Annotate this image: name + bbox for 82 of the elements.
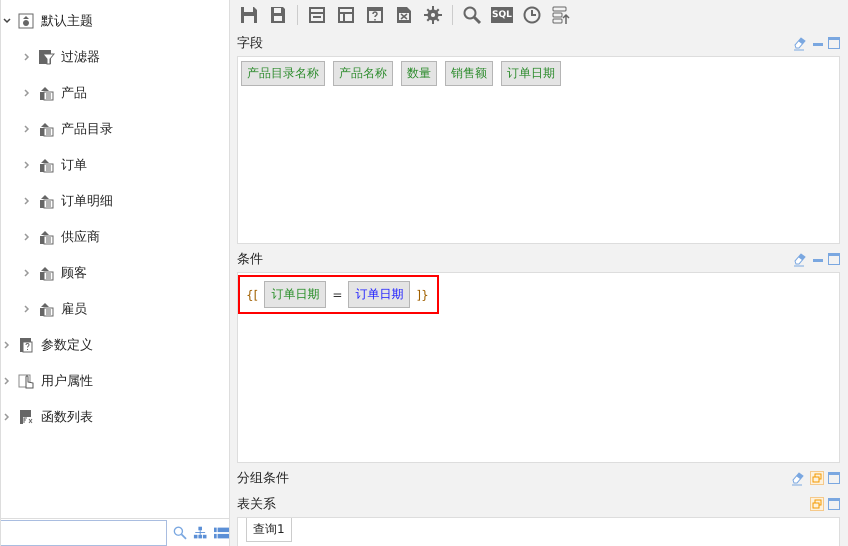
search-icon[interactable]: [173, 524, 188, 540]
chevron-right-icon[interactable]: [23, 233, 31, 241]
section-title: 字段: [237, 35, 263, 52]
bracket-text: ]}: [416, 288, 429, 302]
tree-label: 产品: [61, 85, 87, 102]
save-icon[interactable]: [239, 5, 259, 25]
section-title: 表关系: [237, 496, 276, 513]
tree-label: 产品目录: [61, 121, 113, 138]
layout-icon[interactable]: [307, 5, 327, 25]
chevron-right-icon[interactable]: [3, 341, 11, 349]
restore-icon[interactable]: [810, 497, 824, 511]
tree-item[interactable]: 过滤器: [1, 39, 229, 75]
chevron-down-icon[interactable]: [3, 17, 11, 25]
chevron-right-icon[interactable]: [23, 197, 31, 205]
table-icon: [37, 264, 55, 282]
sql-icon[interactable]: SQL: [491, 7, 513, 23]
table-icon: [37, 300, 55, 318]
table-icon: [37, 192, 55, 210]
tree-item[interactable]: 函数列表: [1, 399, 229, 435]
hand-icon: [17, 372, 35, 390]
maximize-icon[interactable]: [828, 253, 840, 265]
hierarchy-icon[interactable]: [193, 526, 208, 540]
save-as-icon[interactable]: [268, 5, 288, 25]
tree-label: 雇员: [61, 301, 87, 318]
maximize-icon[interactable]: [828, 37, 840, 49]
tree-label: 供应商: [61, 229, 100, 246]
tree-label: 订单: [61, 157, 87, 174]
list-icon[interactable]: [214, 526, 230, 538]
chevron-right-icon[interactable]: [3, 413, 11, 421]
restore-icon[interactable]: [810, 471, 824, 485]
tree-item[interactable]: 用户属性: [1, 363, 229, 399]
section-title: 条件: [237, 251, 263, 268]
question-icon: [17, 336, 35, 354]
tree-item[interactable]: 订单明细: [1, 183, 229, 219]
chevron-right-icon[interactable]: [23, 269, 31, 277]
section-title: 分组条件: [237, 470, 289, 487]
eraser-icon[interactable]: [792, 35, 808, 51]
tree-item[interactable]: 顾客: [1, 255, 229, 291]
tree-item[interactable]: 默认主题: [1, 3, 229, 39]
clock-icon[interactable]: [522, 5, 542, 25]
maximize-icon[interactable]: [828, 498, 840, 510]
tree-label: 默认主题: [41, 13, 93, 30]
table-icon: [37, 228, 55, 246]
tree-label: 参数定义: [41, 337, 93, 354]
filter-icon: [37, 48, 55, 66]
tree-label: 过滤器: [61, 49, 100, 66]
tree-item[interactable]: 参数定义: [1, 327, 229, 363]
chevron-right-icon[interactable]: [3, 377, 11, 385]
operator-text: =: [332, 288, 342, 302]
chevron-right-icon[interactable]: [23, 305, 31, 313]
tree-label: 函数列表: [41, 409, 93, 426]
tree-item[interactable]: 订单: [1, 147, 229, 183]
table-icon: [37, 120, 55, 138]
table-icon: [37, 84, 55, 102]
tree-item[interactable]: 产品: [1, 75, 229, 111]
bracket-text: {[: [246, 288, 258, 302]
field-chip[interactable]: 订单日期: [348, 281, 410, 308]
eraser-icon[interactable]: [790, 470, 806, 486]
sort-rows-icon[interactable]: [550, 5, 571, 25]
search-field[interactable]: [1, 520, 167, 546]
search-icon[interactable]: [462, 5, 482, 25]
field-chip[interactable]: 数量: [401, 61, 437, 86]
chevron-right-icon[interactable]: [23, 125, 31, 133]
chevron-right-icon[interactable]: [23, 161, 31, 169]
tree-label: 用户属性: [41, 373, 93, 390]
theme-icon: [17, 12, 35, 30]
tree-label: 顾客: [61, 265, 87, 282]
table-icon: [37, 156, 55, 174]
tree-label: 订单明细: [61, 193, 113, 210]
tree-item[interactable]: 产品目录: [1, 111, 229, 147]
chevron-right-icon[interactable]: [23, 89, 31, 97]
query-tab[interactable]: 查询1: [246, 518, 292, 542]
help-panel-icon[interactable]: [365, 5, 385, 25]
table-layout-icon[interactable]: [336, 5, 356, 25]
tree-item[interactable]: 雇员: [1, 291, 229, 327]
function-icon: [17, 408, 35, 426]
maximize-icon[interactable]: [828, 472, 840, 484]
settings-icon[interactable]: [423, 5, 443, 25]
eraser-icon[interactable]: [792, 251, 808, 267]
tree-item[interactable]: 供应商: [1, 219, 229, 255]
excel-icon[interactable]: [394, 5, 414, 25]
chevron-right-icon[interactable]: [23, 53, 31, 61]
